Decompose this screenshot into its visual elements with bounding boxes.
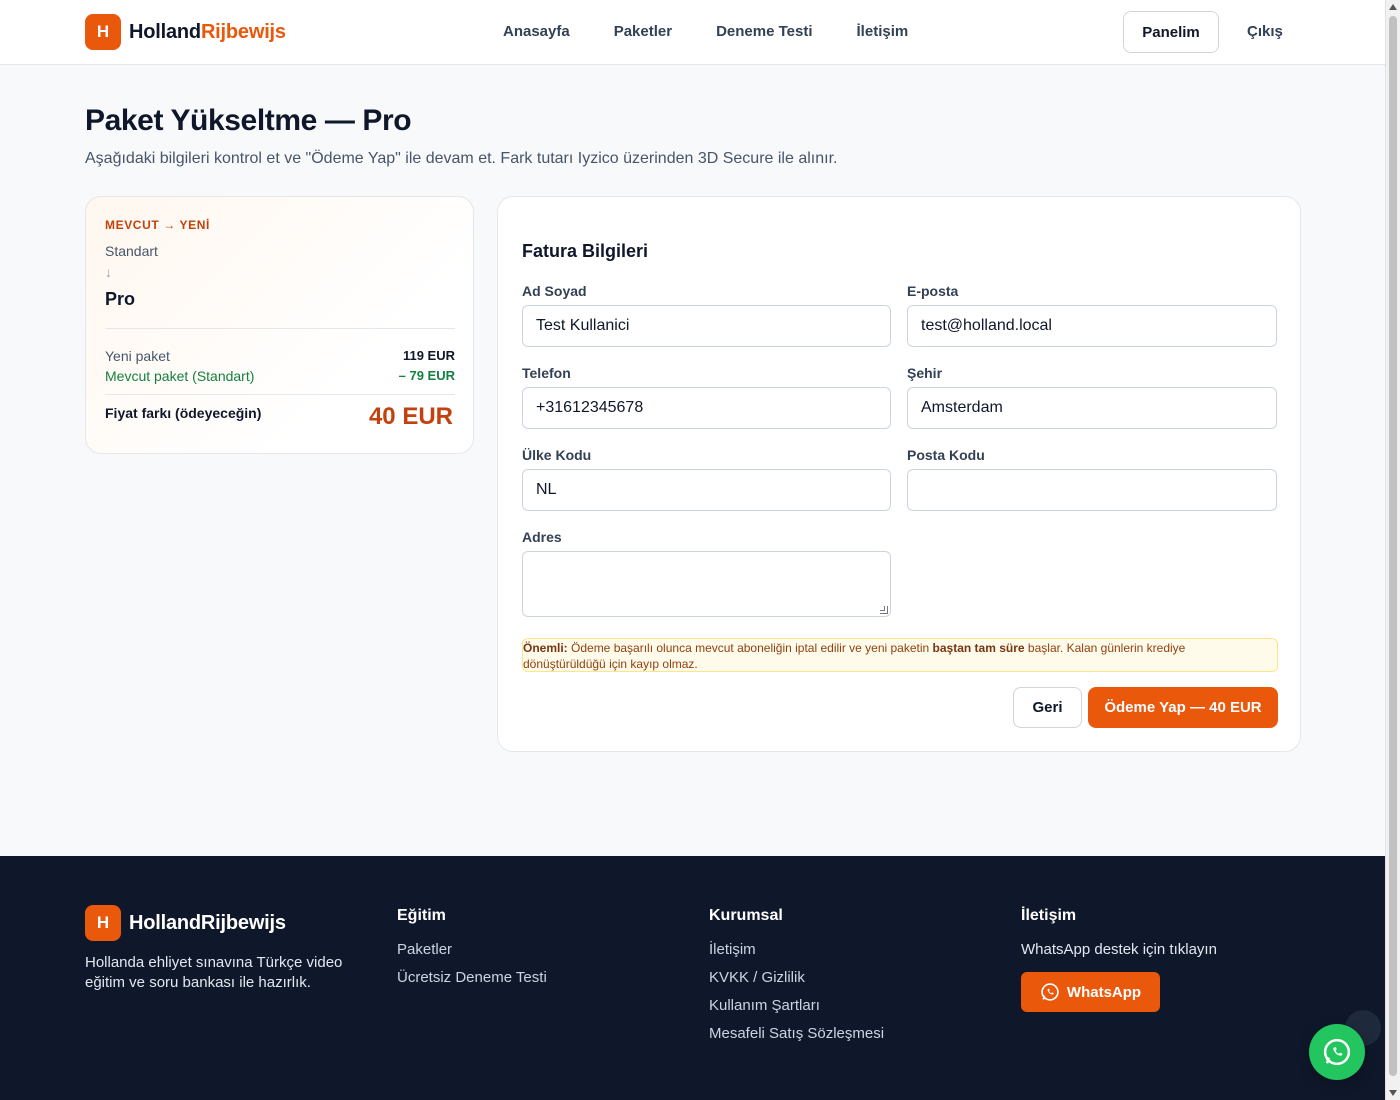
whatsapp-icon: [1323, 1038, 1351, 1066]
footer-contact-title: İletişim: [1021, 907, 1077, 924]
scroll-up-arrow-icon[interactable]: [1389, 4, 1397, 10]
logo-text: HollandRijbewijs: [129, 21, 286, 44]
notice-bold: baştan tam süre: [932, 641, 1025, 655]
city-input[interactable]: Amsterdam: [907, 387, 1277, 429]
footer-corporate-title: Kurumsal: [709, 907, 783, 924]
name-label: Ad Soyad: [522, 283, 587, 299]
current-package-row: Mevcut paket (Standart) – 79 EUR: [105, 368, 455, 384]
footer-link-packages[interactable]: Paketler: [397, 941, 452, 958]
footer-logo-text: HollandRijbewijs: [129, 911, 286, 934]
footer-education-title: Eğitim: [397, 907, 446, 924]
price-difference-value: 40 EUR: [368, 403, 453, 430]
notice-text: Önemli: Ödeme başarılı olunca mevcut abo…: [523, 640, 1263, 672]
postal-code-label: Posta Kodu: [907, 447, 985, 463]
logout-link[interactable]: Çıkış: [1247, 23, 1283, 40]
phone-label: Telefon: [522, 365, 571, 381]
logo-text-accent: Rijbewijs: [200, 20, 286, 43]
form-title: Fatura Bilgileri: [522, 241, 649, 261]
page-subtitle: Aşağıdaki bilgileri kontrol et ve "Ödeme…: [85, 150, 838, 167]
footer-description: Hollanda ehliyet sınavına Türkçe video e…: [85, 954, 343, 991]
postal-code-input[interactable]: [907, 469, 1277, 511]
price-difference-label: Fiyat farkı (ödeyeceğin): [105, 405, 262, 421]
notice-strong: Önemli:: [523, 641, 568, 655]
upgrade-summary-card: MEVCUT → YENİ Standart ↓ Pro Yeni paket …: [85, 196, 474, 454]
email-label: E-posta: [907, 283, 959, 299]
scroll-down-arrow-icon[interactable]: [1389, 1090, 1397, 1096]
nav-trial-test[interactable]: Deneme Testi: [716, 23, 812, 40]
panel-button[interactable]: Panelim: [1123, 11, 1219, 53]
new-package-row: Yeni paket 119 EUR: [105, 348, 455, 364]
important-notice: Önemli: Ödeme başarılı olunca mevcut abo…: [522, 638, 1278, 672]
footer-link-free-trial[interactable]: Ücretsiz Deneme Testi: [397, 969, 547, 986]
current-package-credit: – 79 EUR: [398, 368, 455, 383]
whatsapp-button[interactable]: WhatsApp: [1021, 972, 1160, 1012]
footer-link-contact[interactable]: İletişim: [709, 941, 756, 958]
divider: [105, 394, 455, 395]
new-package-price: 119 EUR: [402, 348, 455, 363]
back-button[interactable]: Geri: [1013, 687, 1082, 728]
address-label: Adres: [522, 529, 562, 545]
whatsapp-button-label: WhatsApp: [1066, 983, 1142, 1001]
footer-link-distance-sales[interactable]: Mesafeli Satış Sözleşmesi: [709, 1025, 884, 1042]
notice-text-1: Ödeme başarılı olunca mevcut aboneliğin …: [567, 641, 933, 655]
nav-contact[interactable]: İletişim: [857, 23, 909, 40]
current-package-label: Mevcut paket (Standart): [105, 368, 255, 384]
new-package-label: Yeni paket: [105, 348, 170, 364]
current-package-name: Standart: [105, 243, 158, 259]
logo-text-main: Holland: [129, 20, 201, 43]
footer-contact-text: WhatsApp destek için tıklayın: [1021, 941, 1217, 958]
site-footer: H HollandRijbewijs Hollanda ehliyet sına…: [0, 856, 1385, 1100]
logo[interactable]: H HollandRijbewijs: [85, 14, 286, 50]
nav-home[interactable]: Anasayfa: [503, 23, 570, 40]
phone-input[interactable]: +31612345678: [522, 387, 891, 429]
billing-form-card: Fatura Bilgileri Ad Soyad Test Kullanici…: [497, 196, 1301, 752]
main-nav: Anasayfa Paketler Deneme Testi İletişim: [503, 23, 952, 40]
summary-eyebrow: MEVCUT → YENİ: [105, 218, 210, 232]
address-textarea[interactable]: [522, 551, 891, 617]
country-code-input[interactable]: NL: [522, 469, 891, 511]
pay-button[interactable]: Ödeme Yap — 40 EUR: [1088, 687, 1278, 728]
resize-handle-icon[interactable]: [880, 606, 888, 614]
footer-logo[interactable]: H HollandRijbewijs: [85, 905, 286, 941]
name-input[interactable]: Test Kullanici: [522, 305, 891, 347]
city-label: Şehir: [907, 365, 943, 381]
page-title: Paket Yükseltme — Pro: [85, 104, 412, 137]
footer-link-terms[interactable]: Kullanım Şartları: [709, 997, 820, 1014]
whatsapp-icon: [1041, 983, 1059, 1001]
nav-packages[interactable]: Paketler: [614, 23, 672, 40]
logo-badge: H: [85, 14, 121, 50]
email-input[interactable]: test@holland.local: [907, 305, 1277, 347]
country-code-label: Ülke Kodu: [522, 447, 592, 463]
new-package-name: Pro: [105, 289, 136, 309]
scrollbar[interactable]: [1385, 0, 1400, 1100]
site-header: H HollandRijbewijs Anasayfa Paketler Den…: [0, 0, 1385, 65]
footer-logo-badge: H: [85, 905, 121, 941]
footer-link-privacy[interactable]: KVKK / Gizlilik: [709, 969, 805, 986]
arrow-down-icon: ↓: [105, 264, 112, 280]
scrollbar-thumb[interactable]: [1389, 16, 1397, 1076]
divider: [105, 328, 455, 329]
whatsapp-floating-button[interactable]: [1309, 1024, 1365, 1080]
